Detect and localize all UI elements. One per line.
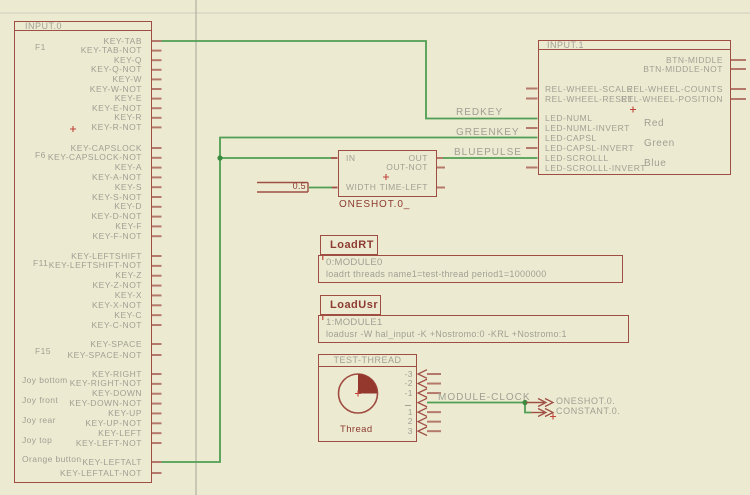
input0-group-label: F1 — [35, 43, 46, 52]
input0-group-label: F6 — [35, 151, 46, 160]
input0-pin-label: KEY-S-NOT — [7, 193, 142, 202]
input0-pin-label: KEY-A — [7, 163, 142, 172]
thread-pin-chevron-icon — [418, 389, 427, 398]
thread-pin-chevron-icon — [418, 370, 427, 379]
thread-pin-chevron-icon — [418, 408, 427, 417]
input0-group-label: Joy front — [22, 396, 58, 405]
input0-pin-label: KEY-CAPSLOCK-NOT — [7, 153, 142, 162]
thread-pin-label: -1 — [404, 389, 413, 398]
loadrt-command-line: loadrt threads name1=test-thread period1… — [326, 269, 547, 280]
input0-pin-label: KEY-W — [7, 75, 142, 84]
input0-pin-label: KEY-D-NOT — [7, 212, 142, 221]
input0-pin-label: KEY-S — [7, 183, 142, 192]
input0-group-label: Joy rear — [22, 416, 56, 425]
input1-pin-label: LED-NUML — [545, 114, 592, 123]
test-thread-title: TEST-THREAD — [318, 356, 417, 365]
oneshot-pin-label: TIME-LEFT — [380, 183, 428, 192]
input0-pin-label: KEY-X — [7, 291, 142, 300]
input0-pin-label: KEY-R-NOT — [7, 123, 142, 132]
input1-pin-label: BTN-MIDDLE-NOT — [643, 65, 723, 74]
thread-pin-chevron-icon — [418, 398, 427, 407]
input0-pin-label: KEY-TAB-NOT — [7, 46, 142, 55]
xref-label-oneshot: ONESHOT.0. — [556, 397, 616, 406]
input0-group-label: F11 — [33, 259, 48, 268]
input0-pin-label: KEY-CAPSLOCK — [7, 144, 142, 153]
input0-pin-label: KEY-LEFTSHIFT-NOT — [7, 261, 142, 270]
input1-channel-label: Green — [644, 139, 675, 149]
net-label-greenkey: GREENKEY — [456, 128, 520, 138]
input1-channel-label: Blue — [644, 159, 666, 169]
test-thread-header-line — [318, 366, 417, 367]
net-label-module-clock: MODULE-CLOCK — [438, 393, 531, 403]
input0-pin-label: KEY-D — [7, 202, 142, 211]
input1-pin-label: REL-WHEEL-COUNTS — [627, 85, 723, 94]
input0-pin-label: KEY-A-NOT — [7, 173, 142, 182]
loadrt-tab-label: LoadRT — [330, 239, 374, 251]
input1-pin-label: LED-NUML-INVERT — [545, 124, 630, 133]
thread-pin-chevron-icon — [418, 417, 427, 426]
input0-pin-label: KEY-F — [7, 222, 142, 231]
input0-group-label: Joy bottom — [22, 376, 68, 385]
net-label-redkey: REDKEY — [456, 108, 503, 118]
loadusr-tab-label: LoadUsr — [330, 299, 378, 311]
input1-channel-label: Red — [644, 119, 664, 129]
input0-pin-label: KEY-SPACE — [7, 340, 142, 349]
thread-pin-overline — [405, 405, 411, 406]
input0-pin-label: KEY-X-NOT — [7, 301, 142, 310]
schematic-canvas: INPUT.0 INPUT.1 ONESHOT.0_ 0.5 LoadRT 0:… — [0, 0, 750, 495]
input1-pin-label: LED-CAPSL-INVERT — [545, 144, 634, 153]
input0-pin-label: KEY-R — [7, 113, 142, 122]
thread-pin-chevron-icon — [418, 379, 427, 388]
component-input0-title: INPUT.0 — [25, 22, 62, 31]
input0-group-label: Joy top — [22, 436, 52, 445]
input0-group-label: Orange button — [22, 455, 82, 464]
loadusr-module-line: 1:MODULE1 — [326, 317, 383, 328]
thread-pin-label: 3 — [408, 427, 413, 436]
input0-pin-label: KEY-SPACE-NOT — [7, 351, 142, 360]
oneshot-pin-label: OUT-NOT — [386, 163, 428, 172]
input0-pin-label: KEY-Z-NOT — [7, 281, 142, 290]
input0-pin-label: KEY-E — [7, 94, 142, 103]
input1-pin-label: LED-CAPSL — [545, 134, 597, 143]
input1-pin-label: REL-WHEEL-SCALE — [545, 85, 633, 94]
input1-pin-label: LED-SCROLLL-INVERT — [545, 164, 646, 173]
net-label-bluepulse: BLUEPULSE — [454, 148, 522, 158]
input1-pin-label: REL-WHEEL-POSITION — [621, 95, 723, 104]
input0-group-label: F15 — [35, 347, 51, 356]
width-constant-value[interactable]: 0.5 — [283, 181, 306, 192]
component-input1-title: INPUT.1 — [547, 41, 584, 50]
loadrt-module-line: 0:MODULE0 — [326, 257, 383, 268]
input1-pin-label: LED-SCROLLL — [545, 154, 609, 163]
thread-label: Thread — [340, 424, 373, 435]
junction-dot — [217, 155, 222, 160]
input0-pin-label: KEY-LEFTALT-NOT — [7, 469, 142, 478]
xref-label-constant: CONSTANT.0. — [556, 407, 620, 416]
thread-pin-label: -2 — [404, 379, 413, 388]
oneshot-name-label: ONESHOT.0_ — [339, 200, 410, 209]
input0-pin-label: KEY-C — [7, 311, 142, 320]
input0-pin-label: KEY-Z — [7, 271, 142, 280]
oneshot-pin-label: WIDTH — [346, 183, 376, 192]
thread-pin-chevron-icon — [418, 427, 427, 436]
input0-pin-label: KEY-LEFTSHIFT — [7, 252, 142, 261]
input0-pin-label: KEY-Q-NOT — [7, 65, 142, 74]
input0-pin-label: KEY-C-NOT — [7, 321, 142, 330]
input0-pin-label: KEY-F-NOT — [7, 232, 142, 241]
loadusr-command-line: loadusr -W hal_input -K +Nostromo:0 -KRL… — [326, 329, 567, 340]
oneshot-pin-label: IN — [346, 154, 356, 163]
